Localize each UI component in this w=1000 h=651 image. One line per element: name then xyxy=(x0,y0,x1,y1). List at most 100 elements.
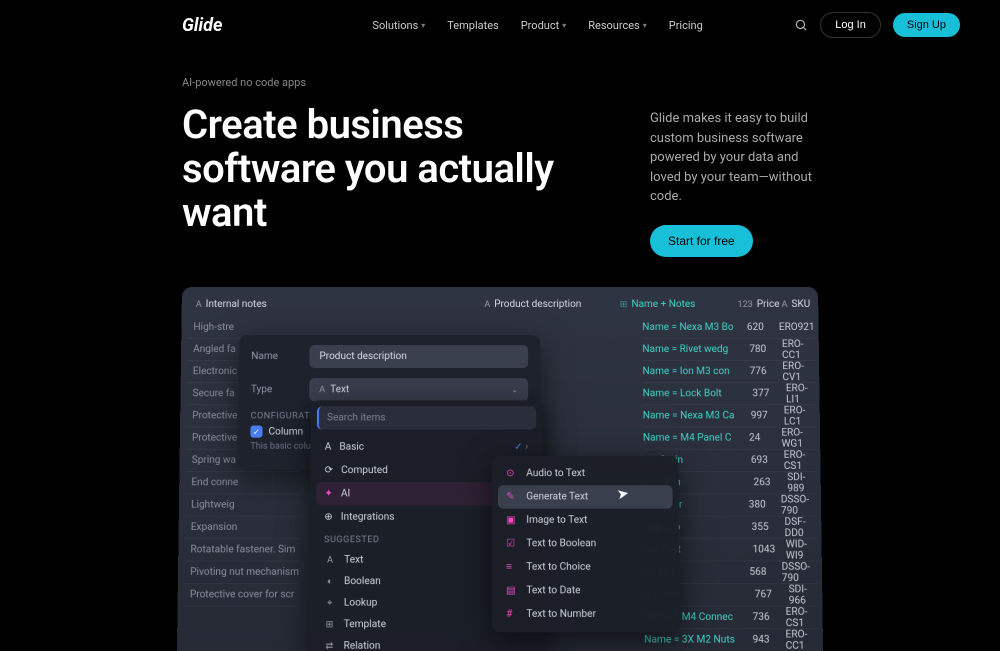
ai-action-icon: ✎ xyxy=(506,491,518,502)
login-button[interactable]: Log In xyxy=(820,12,881,38)
cell-sku: ERO-CC1 xyxy=(785,628,819,651)
table-row: Name = Lock Bolt377ERO-LI1 xyxy=(643,383,816,405)
cell-price: 693 xyxy=(751,454,784,465)
table-row: Name = Nexa M3 Bo620ERO921 xyxy=(642,316,815,338)
table-row: Pivoting nut mechanism xyxy=(184,561,299,583)
ai-option-text-to-choice[interactable]: ≡Text to Choice xyxy=(498,555,673,579)
type-label: Type xyxy=(251,384,309,395)
column-header: Name + Notes xyxy=(631,298,695,309)
cell-price: 776 xyxy=(750,366,783,377)
cell-price: 1043 xyxy=(752,544,785,555)
cell-price: 263 xyxy=(753,477,787,488)
main-nav: Solutions▾ Templates Product▾ Resources▾… xyxy=(372,19,702,32)
cell-price: 997 xyxy=(751,410,784,421)
formula-icon: ⊞ xyxy=(620,299,628,309)
cell-sku: ERO-CC1 xyxy=(782,338,815,360)
ai-option-text-to-boolean[interactable]: ☑Text to Boolean xyxy=(498,532,673,555)
ai-action-icon: # xyxy=(506,608,518,619)
suggested-relation[interactable]: ⇄Relation xyxy=(315,635,537,651)
cell-price: 780 xyxy=(749,344,782,355)
cell-sku: ERO-CS1 xyxy=(786,606,819,629)
cell-price: 355 xyxy=(752,521,785,532)
search-input[interactable]: Search items xyxy=(317,406,536,429)
logo[interactable]: Glide xyxy=(182,15,222,36)
cell-price: 377 xyxy=(752,388,786,399)
cell-price: 568 xyxy=(749,566,781,577)
ai-action-icon: ☑ xyxy=(506,538,518,549)
cell-name: Name = M4 Panel C xyxy=(643,432,749,443)
nav-templates[interactable]: Templates xyxy=(447,19,498,32)
chevron-down-icon: ⌄ xyxy=(511,385,518,394)
cell-sku: ERO-LC1 xyxy=(784,404,816,426)
type-icon: A xyxy=(324,554,336,564)
nav-resources[interactable]: Resources▾ xyxy=(588,19,647,32)
type-icon: ⇄ xyxy=(323,641,335,651)
ai-option-image-to-text[interactable]: ▣Image to Text xyxy=(498,508,673,531)
cell-sku: SDI-989 xyxy=(787,471,817,493)
type-select[interactable]: A Text ⌄ xyxy=(309,378,528,401)
ai-option-generate-text[interactable]: ✎Generate Text xyxy=(498,485,673,508)
cell-name: Name = Nexa M3 Bo xyxy=(642,321,747,332)
cell-name: Name = Lock Bolt xyxy=(643,388,753,399)
checkbox-icon[interactable]: ✓ xyxy=(250,425,262,437)
table-row: Lightweig xyxy=(185,494,300,516)
cell-sku: ERO921 xyxy=(779,321,815,332)
page-title: Create business software you actually wa… xyxy=(182,103,602,235)
ai-option-audio-to-text[interactable]: ⊙Audio to Text xyxy=(498,461,672,484)
cell-sku: ERO-WG1 xyxy=(781,427,816,449)
check-icon: ✓ xyxy=(514,441,522,452)
text-type-icon: A xyxy=(319,385,325,395)
cell-sku: ERO-LI1 xyxy=(786,382,816,404)
ai-option-text-to-number[interactable]: #Text to Number xyxy=(498,602,674,626)
chevron-down-icon: ▾ xyxy=(562,21,566,30)
nav-pricing[interactable]: Pricing xyxy=(669,19,703,32)
cell-sku: ERO-CS1 xyxy=(784,449,817,471)
ai-submenu: ⊙Audio to Text✎Generate Text▣Image to Te… xyxy=(492,455,680,631)
table-row: Expansion xyxy=(185,516,300,538)
subheading: Glide makes it easy to build custom busi… xyxy=(650,109,818,207)
number-type-icon: 123 xyxy=(738,299,753,309)
table-row: Name = Rivet wedg780ERO-CC1 xyxy=(642,338,815,360)
site-header: Glide Solutions▾ Templates Product▾ Reso… xyxy=(0,0,1000,50)
ai-action-icon: ▤ xyxy=(506,585,518,596)
table-row: Name = M4 Panel C24ERO-WG1 xyxy=(643,427,816,449)
table-row: Rotatable fastener. Sim xyxy=(184,539,299,561)
cell-sku: DSSO-790 xyxy=(781,493,817,515)
app-preview: AInternal notes AProduct description ⊞Na… xyxy=(177,287,823,651)
category-icon: ⊕ xyxy=(324,511,333,522)
category-icon: ⟳ xyxy=(325,464,334,475)
chevron-down-icon: ▾ xyxy=(421,21,425,30)
checkbox-label: Column xyxy=(268,426,303,437)
text-type-icon: A xyxy=(782,299,788,309)
ai-action-icon: ▣ xyxy=(506,514,518,525)
nav-solutions[interactable]: Solutions▾ xyxy=(372,19,425,32)
text-type-icon: A xyxy=(484,299,490,309)
table-row: Protective cover for scr xyxy=(184,584,299,607)
type-icon: ⌖ xyxy=(324,597,336,607)
cell-name: Name = Ion M3 con xyxy=(642,366,749,377)
table-row: End conne xyxy=(185,472,300,494)
cell-sku: DSSO-790 xyxy=(782,561,819,583)
signup-button[interactable]: Sign Up xyxy=(893,13,960,37)
nav-product[interactable]: Product▾ xyxy=(521,19,566,32)
start-free-button[interactable]: Start for free xyxy=(650,225,753,257)
cell-name: Name = Rivet wedg xyxy=(642,344,749,355)
cell-sku: SDI-966 xyxy=(789,583,819,606)
name-input[interactable]: Product description xyxy=(309,345,528,368)
name-label: Name xyxy=(251,351,309,362)
text-type-icon: A xyxy=(196,299,202,309)
column-header: Internal notes xyxy=(206,298,267,309)
cell-sku: WID-WI9 xyxy=(786,538,818,560)
ai-action-icon: ⊙ xyxy=(506,467,518,478)
category-icon: A xyxy=(325,441,332,452)
cell-name: Name = 3X M2 Nuts xyxy=(644,634,752,645)
column-header: SKU xyxy=(791,298,810,309)
search-icon[interactable] xyxy=(794,18,808,32)
ai-option-text-to-date[interactable]: ▤Text to Date xyxy=(498,578,673,602)
cell-price: 620 xyxy=(747,321,779,332)
column-header: Product description xyxy=(494,298,581,309)
chevron-right-icon: › xyxy=(525,441,528,452)
type-icon: ⊞ xyxy=(323,619,335,629)
cell-name: Name = Nexa M3 Ca xyxy=(643,410,751,421)
table-row: Name = Ion M3 con776ERO-CV1 xyxy=(642,361,815,383)
